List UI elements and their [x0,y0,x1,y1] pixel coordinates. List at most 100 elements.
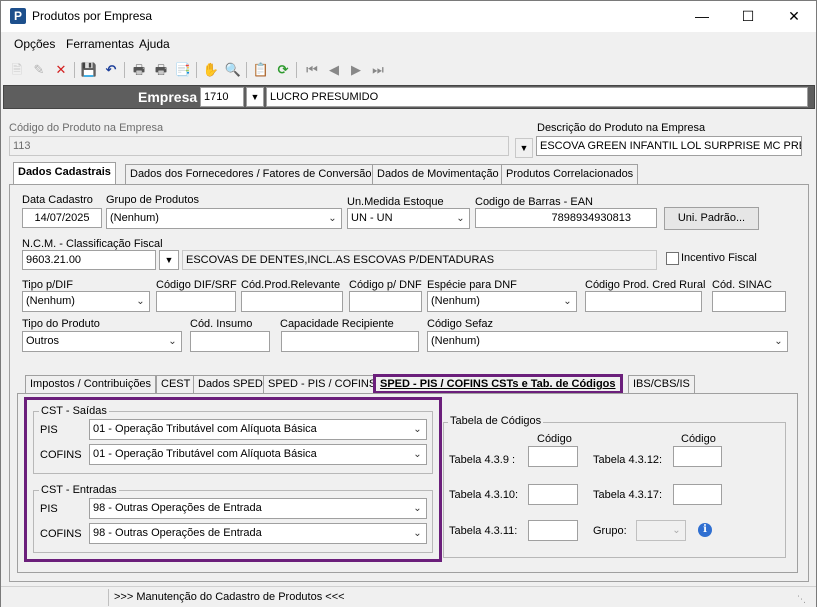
tab-produtos-correlacionados[interactable]: Produtos Correlacionados [501,164,639,184]
toolbar-separator [296,62,297,78]
resize-grip-icon[interactable]: ⋱ [797,593,809,605]
grupo-produtos-select[interactable]: (Nenhum) ⌄ [106,208,342,229]
grupo-select[interactable]: ⌄ [636,520,686,541]
info-icon[interactable]: i [698,523,712,537]
undo-icon[interactable]: ↶ [102,61,120,79]
cod-cred-rural-field[interactable] [585,291,702,312]
saida-cofins-value: 01 - Operação Tributável com Alíquota Bá… [93,448,317,460]
tipo-dif-value: (Nenhum) [26,295,75,307]
empresa-name-field[interactable]: LUCRO PRESUMIDO [266,87,808,107]
saida-pis-label: PIS [40,424,58,436]
cod-cred-rural-label: Código Prod. Cred Rural [585,279,706,291]
chevron-down-icon: ⌄ [328,213,337,224]
close-icon[interactable]: ✕ [771,1,817,32]
next-record-icon[interactable]: ▶ [347,61,365,79]
cod-sinac-field[interactable] [712,291,786,312]
properties-icon[interactable]: 📋 [252,61,270,79]
codigo-header-left: Código [537,433,572,445]
incentivo-fiscal-checkbox[interactable] [666,252,679,265]
toolbar: 🗎 ✎ ✕ 💾 ↶ 🖶 🖶 📑 ✋ 🔍 📋 ⟳ ⏮ ◀ ▶ ⏭ [1,58,816,84]
cod-insumo-label: Cód. Insumo [190,318,253,330]
first-record-icon[interactable]: ⏮ [303,61,321,79]
tabela-4312-field[interactable] [673,446,722,467]
tab-dados-movimentacao[interactable]: Dados de Movimentação [372,164,504,184]
entrada-cofins-select[interactable]: 98 - Outras Operações de Entrada ⌄ [89,523,427,544]
codigo-produto-dropdown-button[interactable]: ▼ [515,138,533,158]
ncm-dropdown-button[interactable]: ▼ [159,250,179,270]
tipo-produto-select[interactable]: Outros ⌄ [22,331,182,352]
tabela-4311-field[interactable] [528,520,578,541]
tabela-4310-field[interactable] [528,484,578,505]
chevron-down-icon: ⌄ [413,528,422,539]
data-cadastro-field[interactable]: 14/07/2025 [22,208,102,228]
print-preview-icon[interactable]: 🖶 [152,61,170,79]
export-icon[interactable]: 📑 [174,61,192,79]
tab-dados-fornecedores[interactable]: Dados dos Fornecedores / Fatores de Conv… [125,164,377,184]
tipo-produto-value: Outros [26,335,60,347]
un-medida-select[interactable]: UN - UN ⌄ [347,208,470,229]
tab-dados-cadastrais[interactable]: Dados Cadastrais [13,162,116,185]
empresa-code-field[interactable]: 1710 [200,87,244,107]
chevron-down-icon: ⌄ [563,296,572,307]
cod-prod-relevante-field[interactable] [241,291,343,312]
subtab-dados-sped[interactable]: Dados SPED [193,375,268,394]
codigo-produto-field[interactable]: 113 [9,136,509,156]
status-divider [108,589,109,606]
saida-pis-value: 01 - Operação Tributável com Alíquota Bá… [93,423,317,435]
cod-insumo-field[interactable] [190,331,270,352]
subtab-cest[interactable]: CEST [156,375,196,394]
entrada-pis-select[interactable]: 98 - Outras Operações de Entrada ⌄ [89,498,427,519]
descricao-produto-field[interactable]: ESCOVA GREEN INFANTIL LOL SURPRISE MC PR… [536,136,802,156]
grupo-label: Grupo: [593,525,627,537]
empresa-bar: Empresa 1710 ▼ LUCRO PRESUMIDO [3,85,815,109]
capacidade-field[interactable] [281,331,419,352]
menu-ferramentas[interactable]: Ferramentas [66,37,134,51]
saida-pis-select[interactable]: 01 - Operação Tributável com Alíquota Bá… [89,419,427,440]
tabela-4317-field[interactable] [673,484,722,505]
subtab-impostos[interactable]: Impostos / Contribuições [25,375,157,394]
especie-dnf-select[interactable]: (Nenhum) ⌄ [427,291,577,312]
chevron-down-icon: ⌄ [774,336,783,347]
tipo-dif-select[interactable]: (Nenhum) ⌄ [22,291,150,312]
menu-bar: Opções Ferramentas Ajuda [1,34,816,56]
cod-dif-field[interactable] [156,291,236,312]
tabela-439-field[interactable] [528,446,578,467]
chevron-down-icon: ⌄ [672,525,681,536]
edit-pencil-icon[interactable]: ✎ [30,61,48,79]
delete-icon[interactable]: ✕ [52,61,70,79]
subtab-sped-pis-cofins[interactable]: SPED - PIS / COFINS [263,375,382,394]
codigo-produto-label: Código do Produto na Empresa [9,122,164,134]
especie-dnf-value: (Nenhum) [431,295,480,307]
ncm-description-field: ESCOVAS DE DENTES,INCL.AS ESCOVAS P/DENT… [182,250,657,270]
subtab-sped-csts-tab-codigos[interactable]: SPED - PIS / COFINS CSTs e Tab. de Códig… [373,374,623,394]
print-icon[interactable]: 🖶 [130,61,148,79]
incentivo-fiscal-label: Incentivo Fiscal [681,252,757,264]
uni-padrao-button[interactable]: Uni. Padrão... [664,207,759,230]
subtab-ibs-cbs-is[interactable]: IBS/CBS/IS [628,375,695,394]
tabela-4311-label: Tabela 4.3.11: [449,525,518,537]
minimize-icon[interactable]: — [679,1,725,32]
menu-opcoes[interactable]: Opções [14,37,55,51]
menu-ajuda[interactable]: Ajuda [139,37,170,51]
cod-sefaz-select[interactable]: (Nenhum) ⌄ [427,331,788,352]
ean-field[interactable]: 7898934930813 [475,208,657,228]
tabela-4317-label: Tabela 4.3.17: [593,489,663,501]
cst-saidas-title: CST - Saídas [39,405,109,417]
saida-cofins-select[interactable]: 01 - Operação Tributável com Alíquota Bá… [89,444,427,465]
refresh-icon[interactable]: ⟳ [274,61,292,79]
tabela-codigos-title: Tabela de Códigos [448,415,544,427]
cod-dnf-field[interactable] [349,291,422,312]
last-record-icon[interactable]: ⏭ [369,61,387,79]
ncm-field[interactable]: 9603.21.00 [22,250,156,270]
new-document-icon[interactable]: 🗎 [8,61,26,79]
previous-record-icon[interactable]: ◀ [325,61,343,79]
empresa-dropdown-button[interactable]: ▼ [246,87,264,107]
save-icon[interactable]: 💾 [80,61,98,79]
hand-icon[interactable]: ✋ [202,61,220,79]
un-medida-value: UN - UN [351,212,393,224]
data-cadastro-label: Data Cadastro [22,194,93,206]
cod-sefaz-label: Código Sefaz [427,318,494,330]
entrada-cofins-value: 98 - Outras Operações de Entrada [93,527,262,539]
maximize-icon[interactable]: ☐ [725,1,771,32]
search-icon[interactable]: 🔍 [224,61,242,79]
